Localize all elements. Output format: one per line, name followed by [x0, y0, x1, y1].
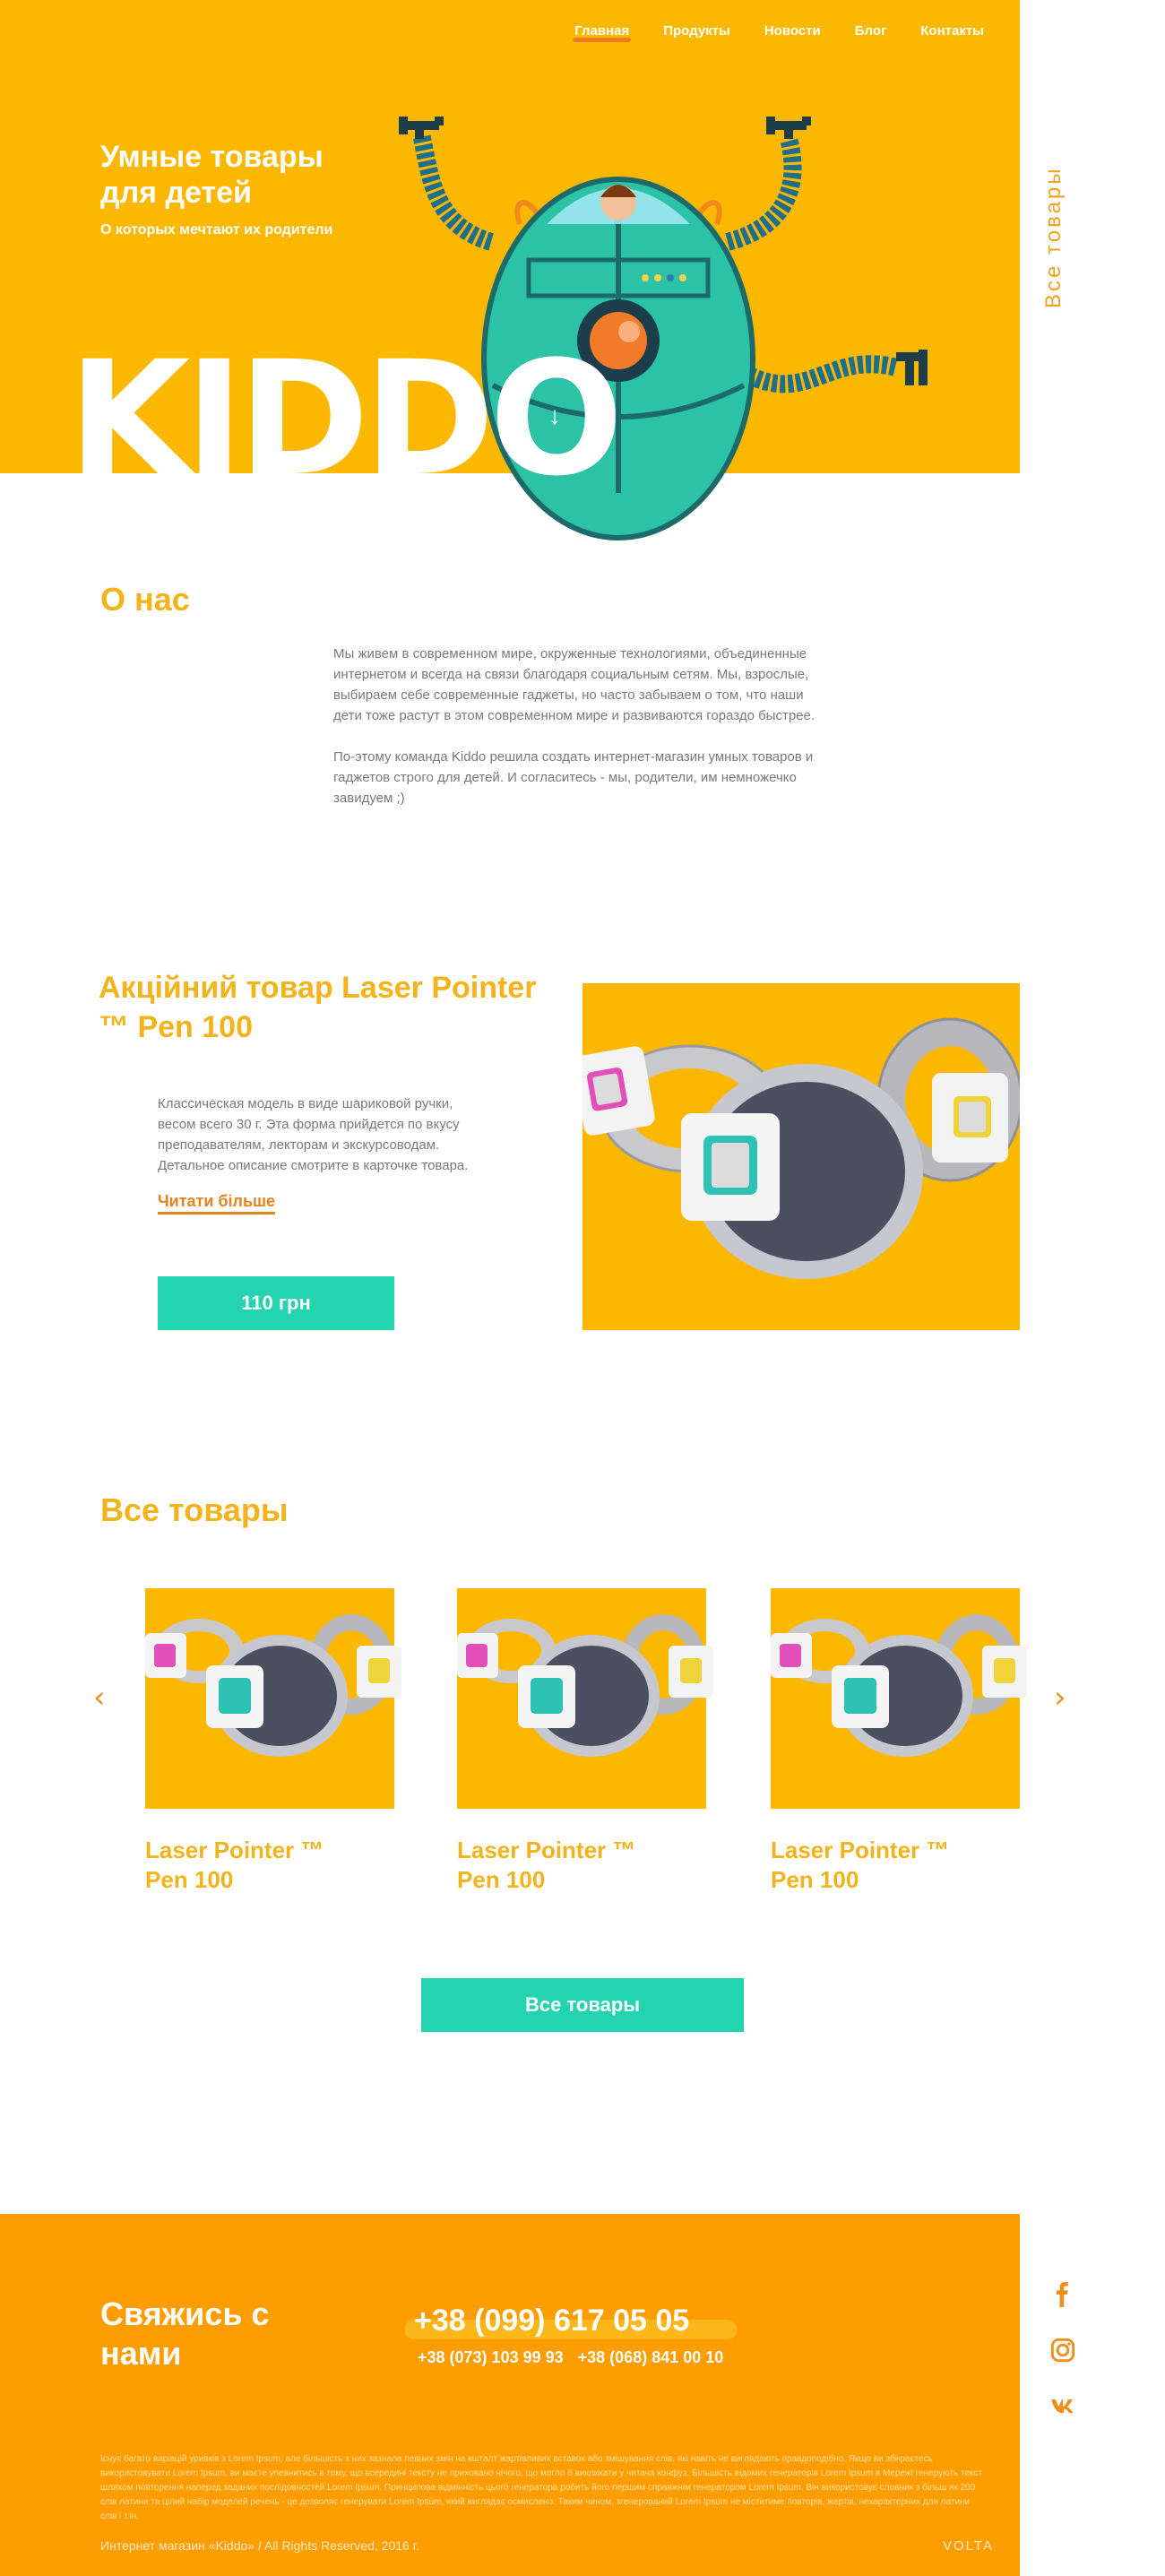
arrow-down-icon[interactable]: ↓ [548, 402, 561, 430]
product-card[interactable]: Laser Pointer ™ Pen 100 [145, 1588, 401, 1895]
product-image [145, 1588, 401, 1809]
secondary-phones: +38 (073) 103 99 93 +38 (068) 841 00 10 [418, 2348, 723, 2367]
copyright: Интернет магазин «Kiddo» / All Rights Re… [100, 2538, 419, 2553]
about-text: Мы живем в современном мире, окруженные … [333, 644, 835, 808]
product-card[interactable]: Laser Pointer ™ Pen 100 [457, 1588, 713, 1895]
catalog-heading: Все товары [100, 1491, 289, 1528]
about-paragraph: По-этому команда Kiddo решила создать ин… [333, 749, 814, 806]
hero-subtitle: О которых мечтают их родители [100, 222, 333, 238]
main-nav: Главная Продукты Новости Блог Контакты [573, 23, 984, 42]
instagram-icon[interactable] [1045, 2332, 1081, 2368]
product-image [457, 1588, 713, 1809]
nav-item-home[interactable]: Главная [573, 23, 632, 42]
agency-brand[interactable]: VOLTA [943, 2538, 994, 2554]
price-button[interactable]: 110 грн [158, 1276, 394, 1330]
nav-item-blog[interactable]: Блог [855, 23, 887, 39]
all-products-button[interactable]: Все товары [421, 1978, 744, 2032]
chevron-right-icon[interactable]: › [1054, 1680, 1066, 1716]
product-title: Laser Pointer ™ Pen 100 [771, 1837, 950, 1893]
promo-product-image[interactable] [573, 983, 1023, 1330]
read-more-link[interactable]: Читати більше [158, 1192, 276, 1215]
nav-item-contacts[interactable]: Контакты [920, 23, 984, 39]
main-phone-link[interactable]: +38 (099) 617 05 05 [414, 2304, 689, 2338]
facebook-icon[interactable] [1045, 2277, 1081, 2312]
footer: Свяжись с нами +38 (099) 617 05 05 +38 (… [0, 2214, 1020, 2576]
product-image [771, 1588, 1027, 1809]
wristbands-image [145, 1614, 401, 1757]
rail-all-products-link[interactable]: Все товары [1041, 161, 1077, 314]
chevron-left-icon[interactable]: ‹ [93, 1680, 106, 1716]
nav-item-news[interactable]: Новости [764, 23, 821, 39]
wristbands-image [457, 1614, 713, 1757]
about-paragraph: Мы живем в современном мире, окруженные … [333, 646, 816, 723]
product-card[interactable]: Laser Pointer ™ Pen 100 [771, 1588, 1027, 1895]
wristbands-image [771, 1614, 1027, 1757]
promo-title: Акційний товар Laser Pointer ™ Pen 100 [99, 971, 537, 1044]
wristbands-image [573, 1017, 1023, 1279]
about-heading: О нас [100, 581, 190, 618]
footer-lorem-text: Існує багато варіацій уривків з Lorem Ip… [100, 2454, 983, 2521]
phone-link[interactable]: +38 (073) 103 99 93 [418, 2348, 564, 2366]
promo-description: Классическая модель в виде шариковой руч… [158, 1096, 469, 1173]
product-title: Laser Pointer ™ Pen 100 [145, 1837, 324, 1893]
hero-logo-word: KIDDO [68, 327, 624, 511]
nav-item-products[interactable]: Продукты [663, 23, 730, 39]
phone-link[interactable]: +38 (068) 841 00 10 [578, 2348, 724, 2366]
right-rail [1020, 0, 1165, 2576]
vk-icon[interactable] [1045, 2388, 1081, 2424]
footer-title: Свяжись с нами [100, 2295, 270, 2372]
product-title: Laser Pointer ™ Pen 100 [457, 1837, 636, 1893]
hero-title: Умные товары для детей [100, 140, 324, 210]
